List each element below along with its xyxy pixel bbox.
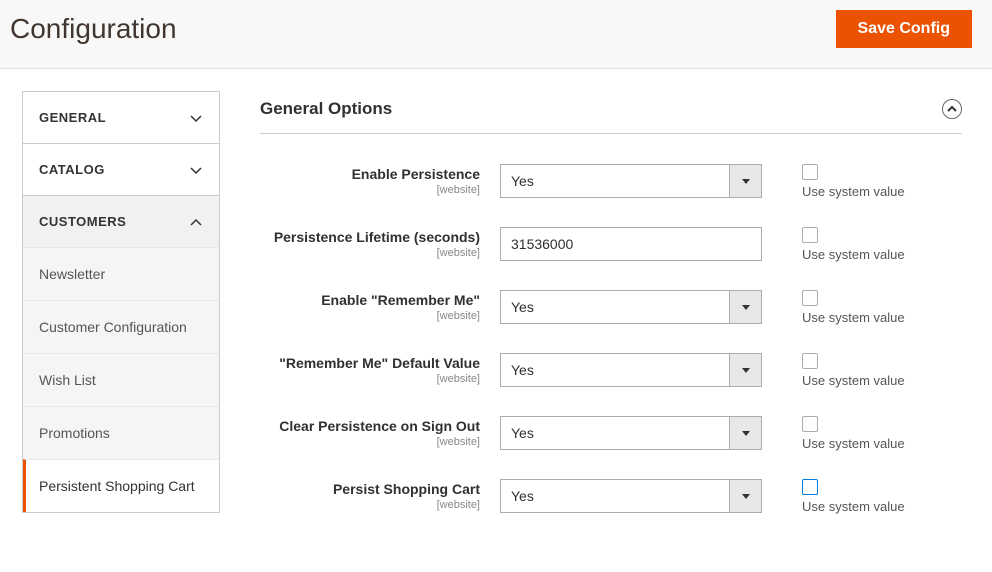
main-panel: General Options Enable Persistence [webs… xyxy=(220,69,992,572)
select-value: Yes xyxy=(501,488,729,504)
select-value: Yes xyxy=(501,425,729,441)
use-system-value-label: Use system value xyxy=(802,247,905,262)
field-label: Persist Shopping Cart xyxy=(333,481,480,497)
chevron-down-icon xyxy=(189,163,203,177)
select-value: Yes xyxy=(501,173,729,189)
sidebar-section-general[interactable]: GENERAL xyxy=(22,91,220,143)
sidebar-item-newsletter[interactable]: Newsletter xyxy=(23,247,219,300)
field-scope: [website] xyxy=(260,373,480,385)
dropdown-arrow-icon xyxy=(729,480,761,512)
sidebar-item-customer-configuration[interactable]: Customer Configuration xyxy=(23,300,219,353)
sidebar-section-customers[interactable]: CUSTOMERS Newsletter Customer Configurat… xyxy=(22,195,220,513)
persistence-lifetime-input[interactable] xyxy=(500,227,762,261)
field-enable-remember-me: Enable "Remember Me" [website] Yes Use s… xyxy=(260,290,962,325)
use-system-value-label: Use system value xyxy=(802,499,905,514)
field-persist-shopping-cart: Persist Shopping Cart [website] Yes Use … xyxy=(260,479,962,514)
sidebar-section-label: GENERAL xyxy=(39,110,106,125)
page-header: Configuration Save Config xyxy=(0,0,992,69)
field-label: Clear Persistence on Sign Out xyxy=(279,418,480,434)
chevron-down-icon xyxy=(189,111,203,125)
field-label: Enable Persistence xyxy=(352,166,480,182)
save-config-button[interactable]: Save Config xyxy=(836,10,972,48)
field-remember-me-default: "Remember Me" Default Value [website] Ye… xyxy=(260,353,962,388)
enable-persistence-select[interactable]: Yes xyxy=(500,164,762,198)
field-scope: [website] xyxy=(260,247,480,259)
use-system-value-checkbox[interactable] xyxy=(802,290,818,306)
section-title: General Options xyxy=(260,99,392,119)
field-scope: [website] xyxy=(260,436,480,448)
content-area: GENERAL CATALOG CUSTOMERS Newsletter Cus… xyxy=(0,69,992,572)
collapse-section-icon[interactable] xyxy=(942,99,962,119)
sidebar-section-label: CUSTOMERS xyxy=(39,214,126,229)
sidebar-item-promotions[interactable]: Promotions xyxy=(23,406,219,459)
use-system-value-checkbox[interactable] xyxy=(802,227,818,243)
field-scope: [website] xyxy=(260,499,480,511)
remember-me-default-select[interactable]: Yes xyxy=(500,353,762,387)
field-scope: [website] xyxy=(260,310,480,322)
sidebar-section-catalog[interactable]: CATALOG xyxy=(22,143,220,195)
dropdown-arrow-icon xyxy=(729,417,761,449)
use-system-value-label: Use system value xyxy=(802,373,905,388)
dropdown-arrow-icon xyxy=(729,354,761,386)
chevron-up-icon xyxy=(189,215,203,229)
use-system-value-checkbox[interactable] xyxy=(802,164,818,180)
use-system-value-label: Use system value xyxy=(802,310,905,325)
page-title: Configuration xyxy=(10,13,177,45)
field-persistence-lifetime: Persistence Lifetime (seconds) [website]… xyxy=(260,227,962,262)
field-label: Persistence Lifetime (seconds) xyxy=(274,229,480,245)
clear-on-signout-select[interactable]: Yes xyxy=(500,416,762,450)
sidebar: GENERAL CATALOG CUSTOMERS Newsletter Cus… xyxy=(0,69,220,572)
select-value: Yes xyxy=(501,362,729,378)
sidebar-item-persistent-shopping-cart[interactable]: Persistent Shopping Cart xyxy=(23,459,219,512)
use-system-value-label: Use system value xyxy=(802,184,905,199)
section-header[interactable]: General Options xyxy=(260,99,962,134)
dropdown-arrow-icon xyxy=(729,165,761,197)
sidebar-items: Newsletter Customer Configuration Wish L… xyxy=(23,247,219,512)
dropdown-arrow-icon xyxy=(729,291,761,323)
select-value: Yes xyxy=(501,299,729,315)
field-label: Enable "Remember Me" xyxy=(321,292,480,308)
use-system-value-label: Use system value xyxy=(802,436,905,451)
enable-remember-me-select[interactable]: Yes xyxy=(500,290,762,324)
persist-shopping-cart-select[interactable]: Yes xyxy=(500,479,762,513)
field-label: "Remember Me" Default Value xyxy=(279,355,480,371)
field-enable-persistence: Enable Persistence [website] Yes Use sys… xyxy=(260,164,962,199)
sidebar-section-label: CATALOG xyxy=(39,162,105,177)
field-scope: [website] xyxy=(260,184,480,196)
use-system-value-checkbox[interactable] xyxy=(802,479,818,495)
use-system-value-checkbox[interactable] xyxy=(802,353,818,369)
field-clear-on-signout: Clear Persistence on Sign Out [website] … xyxy=(260,416,962,451)
use-system-value-checkbox[interactable] xyxy=(802,416,818,432)
sidebar-item-wish-list[interactable]: Wish List xyxy=(23,353,219,406)
